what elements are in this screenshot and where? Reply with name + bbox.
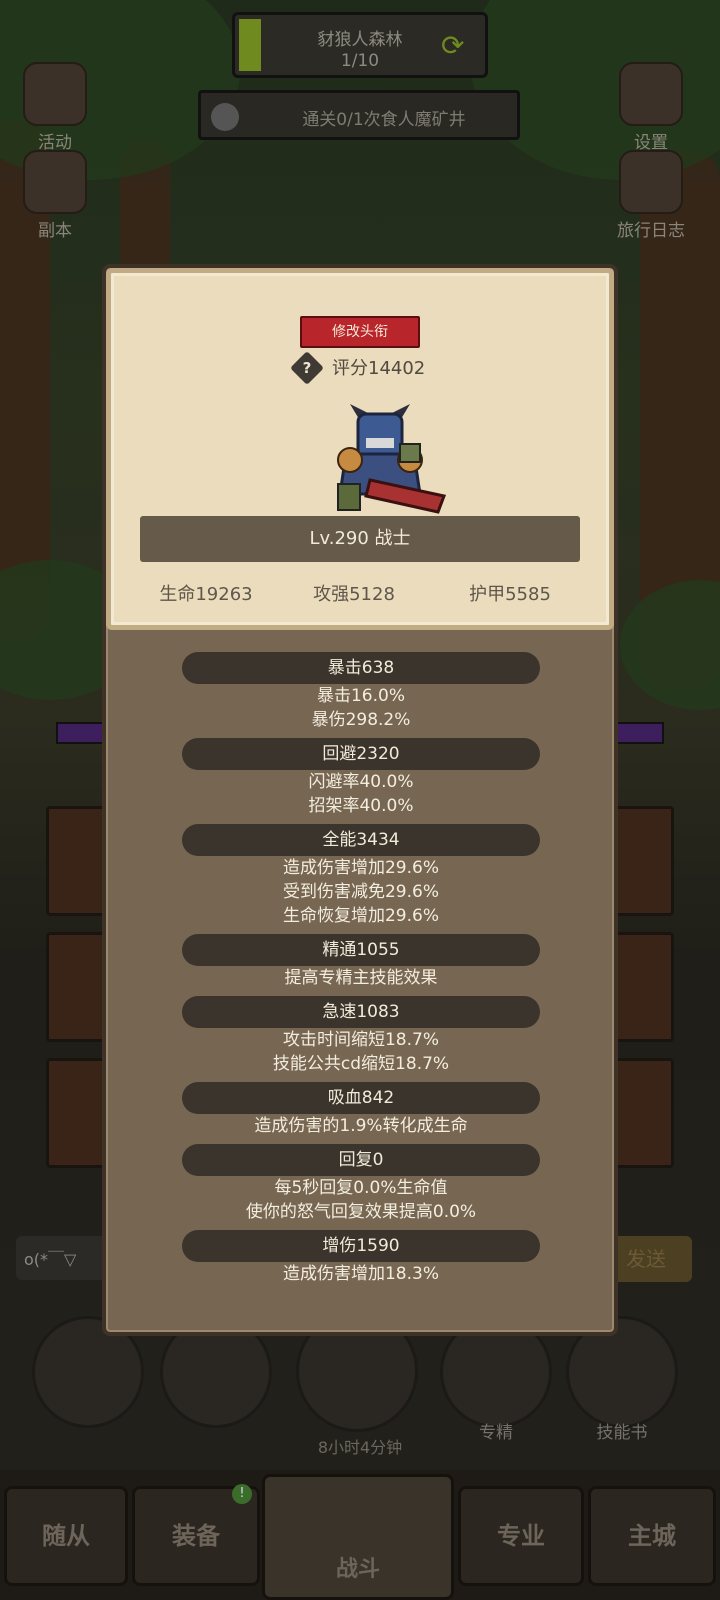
parry-rate: 招架率40.0% xyxy=(308,796,414,816)
rename-title-button[interactable]: 修改头衔 xyxy=(300,316,420,348)
quest-bar[interactable]: 通关0/1次食人魔矿井 xyxy=(198,90,520,140)
enemy-bar-left xyxy=(56,722,106,744)
quest-icon xyxy=(211,103,239,131)
crit-damage: 暴伤298.2% xyxy=(311,710,411,730)
travel-log-label: 旅行日志 xyxy=(617,221,685,241)
chat-input[interactable]: o(*￣▽ xyxy=(16,1236,112,1280)
activity-button[interactable]: 活动 xyxy=(10,62,100,153)
tab-followers[interactable]: 随从 xyxy=(4,1486,128,1586)
tab-profession[interactable]: 专业 xyxy=(458,1486,584,1586)
avoidance-header: 回避2320 xyxy=(182,738,540,770)
enemy-bar-right xyxy=(612,722,664,744)
leech-header: 吸血842 xyxy=(182,1082,540,1114)
haste-gcd: 技能公共cd缩短18.7% xyxy=(272,1054,450,1074)
haste-attack-time: 攻击时间缩短18.7% xyxy=(282,1030,439,1050)
question-icon[interactable]: ? xyxy=(290,351,324,385)
dodge-rate: 闪避率40.0% xyxy=(308,772,414,792)
portal-icon xyxy=(23,150,87,214)
regen-hp: 每5秒回复0.0%生命值 xyxy=(274,1178,448,1198)
versatility-damage: 造成伤害增加29.6% xyxy=(282,858,439,878)
quest-text: 通关0/1次食人魔矿井 xyxy=(302,110,466,130)
level-class-banner: Lv.290 战士 xyxy=(140,516,580,562)
bush xyxy=(620,580,720,710)
hp-stat: 生命19263 xyxy=(159,584,253,605)
damage-bonus-effect: 造成伤害增加18.3% xyxy=(282,1264,439,1284)
warrior-avatar xyxy=(337,404,447,514)
tab-battle-label: 战斗 xyxy=(335,1557,380,1582)
tab-main-city[interactable]: 主城 xyxy=(588,1486,716,1586)
calendar-icon xyxy=(23,62,87,126)
crit-header: 暴击638 xyxy=(182,652,540,684)
crit-rate: 暴击16.0% xyxy=(316,686,405,706)
gear-icon xyxy=(619,62,683,126)
versatility-reduction: 受到伤害减免29.6% xyxy=(282,882,439,902)
skill-book-label: 技能书 xyxy=(596,1423,648,1443)
specialization-label: 专精 xyxy=(479,1423,513,1443)
book-icon xyxy=(619,150,683,214)
dungeon-label: 副本 xyxy=(38,221,72,241)
versatility-healing: 生命恢复增加29.6% xyxy=(282,906,439,926)
armor-stat: 护甲5585 xyxy=(469,584,551,605)
dungeon-button[interactable]: 副本 xyxy=(10,150,100,241)
versatility-header: 全能3434 xyxy=(182,824,540,856)
tab-battle[interactable]: 战斗 xyxy=(262,1474,454,1600)
regen-rage: 使你的怒气回复效果提高0.0% xyxy=(245,1202,477,1222)
travel-log-button[interactable]: 旅行日志 xyxy=(606,150,696,241)
regen-header: 回复0 xyxy=(182,1144,540,1176)
damage-bonus-header: 增伤1590 xyxy=(182,1230,540,1262)
attack-stat: 攻强5128 xyxy=(313,584,395,605)
mastery-header: 精通1055 xyxy=(182,934,540,966)
settings-button[interactable]: 设置 xyxy=(606,62,696,153)
mastery-effect: 提高专精主技能效果 xyxy=(284,968,438,988)
score-text: 评分14402 xyxy=(332,358,426,379)
chest-timer: 8小时4分钟 xyxy=(317,1438,403,1457)
haste-header: 急速1083 xyxy=(182,996,540,1028)
stage-progress-bar[interactable]: 豺狼人森林 1/10 ⟳ xyxy=(232,12,488,78)
leech-effect: 造成伤害的1.9%转化成生命 xyxy=(254,1116,468,1136)
notification-badge: ! xyxy=(232,1484,252,1504)
refresh-icon[interactable]: ⟳ xyxy=(441,31,471,61)
